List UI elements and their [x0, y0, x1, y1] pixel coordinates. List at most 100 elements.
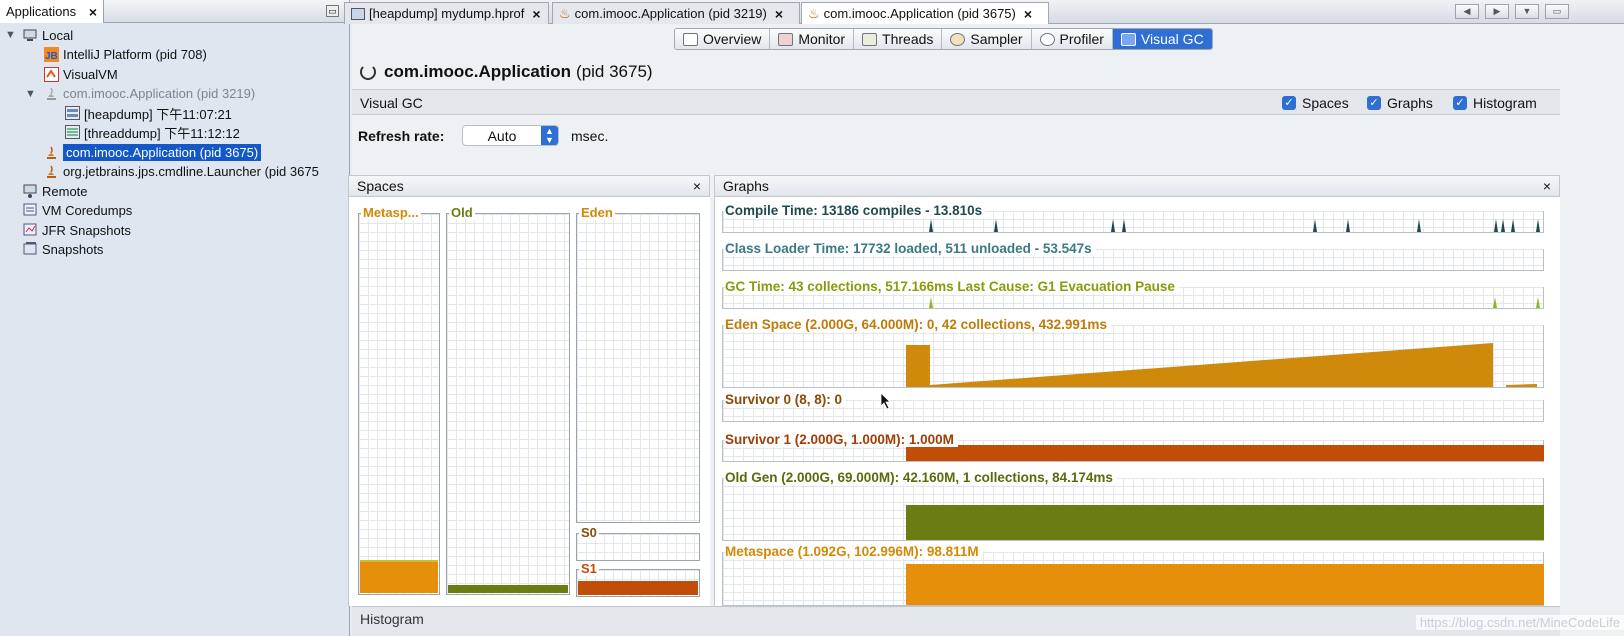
- tab-heapdump[interactable]: [heapdump] mydump.hprof ×: [344, 2, 549, 24]
- tab-visual-gc[interactable]: Visual GC: [1112, 29, 1212, 49]
- visualvm-icon: [43, 66, 59, 82]
- compile-spike: [1494, 219, 1498, 232]
- java-app-icon: [43, 85, 59, 101]
- heapdump-icon: [64, 105, 80, 121]
- tree-label: [threaddump] 下午11:12:12: [84, 125, 240, 141]
- tree-label: Remote: [42, 183, 88, 199]
- spaces-checkbox[interactable]: ✓ Spaces: [1282, 95, 1349, 111]
- histogram-checkbox[interactable]: ✓ Histogram: [1453, 95, 1537, 111]
- visual-gc-header: Visual GC ✓ Spaces ✓ Graphs ✓ Histogram: [352, 89, 1560, 115]
- spaces-panel: Metasp... Old Eden S0 S1: [348, 197, 710, 606]
- tree-label: Local: [42, 27, 74, 43]
- metaspace-label: Metaspace (1.092G, 102.996M): 98.811M: [725, 544, 983, 559]
- tree-item-visualvm[interactable]: VisualVM: [43, 64, 118, 84]
- tab-app-3675[interactable]: ♨ com.imooc.Application (pid 3675) ×: [801, 2, 1049, 24]
- tree-label: VisualVM: [63, 66, 118, 82]
- applications-tab[interactable]: Applications ×: [0, 0, 104, 23]
- tab-list-icon[interactable]: ▼: [1515, 4, 1539, 19]
- tree-label: JFR Snapshots: [42, 222, 131, 238]
- tree-item-launcher[interactable]: org.jetbrains.jps.cmdline.Launcher (pid …: [43, 161, 319, 181]
- eden-space-graph: [722, 325, 1544, 388]
- s1-fill: [578, 581, 698, 595]
- tab-sampler[interactable]: Sampler: [942, 29, 1032, 49]
- refresh-rate-label: Refresh rate:: [358, 128, 445, 144]
- jfr-snapshot-icon: [22, 222, 38, 238]
- compile-spike: [1417, 219, 1421, 232]
- tab-label: Overview: [703, 31, 762, 47]
- overview-icon: [683, 32, 698, 46]
- tab-label: Profiler: [1059, 31, 1104, 47]
- tree-item-snapshots[interactable]: Snapshots: [22, 239, 103, 259]
- expand-toggle-icon[interactable]: ▼: [5, 29, 16, 41]
- graphs-checkbox[interactable]: ✓ Graphs: [1367, 95, 1433, 111]
- main-area: [heapdump] mydump.hprof × ♨ com.imooc.Ap…: [344, 0, 1624, 636]
- page-title: com.imooc.Application (pid 3675): [360, 62, 653, 82]
- survivor1-label: Survivor 1 (2.000G, 1.000M): 1.000M: [725, 432, 958, 447]
- checkbox-label: Graphs: [1387, 95, 1433, 111]
- applications-panel: Applications × ▭ ▼ Local JB IntelliJ Pla…: [0, 0, 350, 636]
- java-app-icon: [43, 144, 59, 160]
- gc-spike: [929, 297, 933, 308]
- close-icon[interactable]: ×: [532, 6, 540, 22]
- s0-label: S0: [579, 525, 599, 540]
- tab-overview[interactable]: Overview: [675, 29, 771, 49]
- tree-item-jfr[interactable]: JFR Snapshots: [22, 220, 131, 240]
- close-icon[interactable]: ×: [89, 4, 97, 20]
- checkmark-icon: ✓: [1367, 96, 1381, 110]
- compile-spike: [1511, 219, 1515, 232]
- threaddump-icon: [64, 124, 80, 140]
- app-pid: (pid 3675): [576, 62, 653, 81]
- tree-label: Snapshots: [42, 241, 104, 257]
- tree-item-threaddump[interactable]: [threaddump] 下午11:12:12: [64, 122, 240, 142]
- maximize-icon[interactable]: ▭: [1545, 4, 1569, 19]
- checkbox-label: Histogram: [1473, 95, 1537, 111]
- metaspace-label: Metasp...: [361, 205, 421, 220]
- minimize-icon[interactable]: ▭: [326, 5, 339, 17]
- metaspace-fill: [360, 560, 438, 593]
- close-icon[interactable]: ×: [1024, 6, 1032, 22]
- compile-spike: [994, 219, 998, 232]
- old-label: Old: [449, 205, 475, 220]
- tree-item-intellij[interactable]: JB IntelliJ Platform (pid 708): [43, 44, 207, 64]
- spaces-panel-title: Spaces: [357, 178, 404, 194]
- visual-gc-label: Visual GC: [360, 95, 423, 111]
- tree-item-heapdump[interactable]: [heapdump] 下午11:07:21: [64, 103, 232, 123]
- scroll-right-icon[interactable]: ▶: [1485, 4, 1509, 19]
- tree-label: com.imooc.Application (pid 3219): [63, 85, 256, 101]
- tab-label: com.imooc.Application (pid 3675): [823, 6, 1016, 21]
- tab-label: Visual GC: [1140, 31, 1204, 47]
- close-icon[interactable]: ×: [775, 6, 783, 22]
- old-gen-area: [906, 505, 1544, 540]
- close-icon[interactable]: ×: [693, 176, 701, 196]
- snapshots-icon: [22, 241, 38, 257]
- close-icon[interactable]: ×: [1543, 176, 1551, 196]
- computer-icon: [22, 27, 38, 43]
- eden-area: [906, 343, 1537, 387]
- view-tabs: Overview Monitor Threads Sampler Profile…: [674, 28, 1213, 50]
- tab-monitor[interactable]: Monitor: [770, 29, 855, 49]
- tree-item-app-3675[interactable]: com.imooc.Application (pid 3675): [43, 142, 262, 162]
- spaces-panel-header: Spaces ×: [348, 175, 710, 197]
- eden-space-label: Eden Space (2.000G, 64.000M): 0, 42 coll…: [725, 317, 1111, 332]
- tab-label: Monitor: [798, 31, 846, 47]
- tree-item-local[interactable]: Local: [22, 25, 73, 45]
- class-loader-label: Class Loader Time: 17732 loaded, 511 unl…: [725, 241, 1096, 256]
- tree-label: org.jetbrains.jps.cmdline.Launcher (pid …: [63, 163, 319, 179]
- heapdump-icon: [351, 7, 365, 20]
- mouse-cursor-icon: [880, 392, 891, 410]
- refresh-rate-select[interactable]: Auto ▲ ▼: [462, 125, 559, 146]
- scroll-left-icon[interactable]: ◀: [1455, 4, 1479, 19]
- tab-app-3219[interactable]: ♨ com.imooc.Application (pid 3219) ×: [552, 2, 800, 24]
- checkmark-icon: ✓: [1282, 96, 1296, 110]
- tree-item-remote[interactable]: Remote: [22, 181, 88, 201]
- tree-item-app-3219[interactable]: com.imooc.Application (pid 3219): [43, 83, 255, 103]
- tree-item-coredumps[interactable]: VM Coredumps: [22, 200, 132, 220]
- tab-profiler[interactable]: Profiler: [1031, 29, 1113, 49]
- tab-threads[interactable]: Threads: [854, 29, 943, 49]
- compile-spike: [929, 219, 933, 232]
- compile-spike: [1501, 219, 1505, 232]
- java-app-icon: [43, 163, 59, 179]
- profiler-icon: [1039, 32, 1055, 46]
- survivor0-label: Survivor 0 (8, 8): 0: [725, 392, 847, 407]
- expand-toggle-icon[interactable]: ▼: [25, 88, 36, 100]
